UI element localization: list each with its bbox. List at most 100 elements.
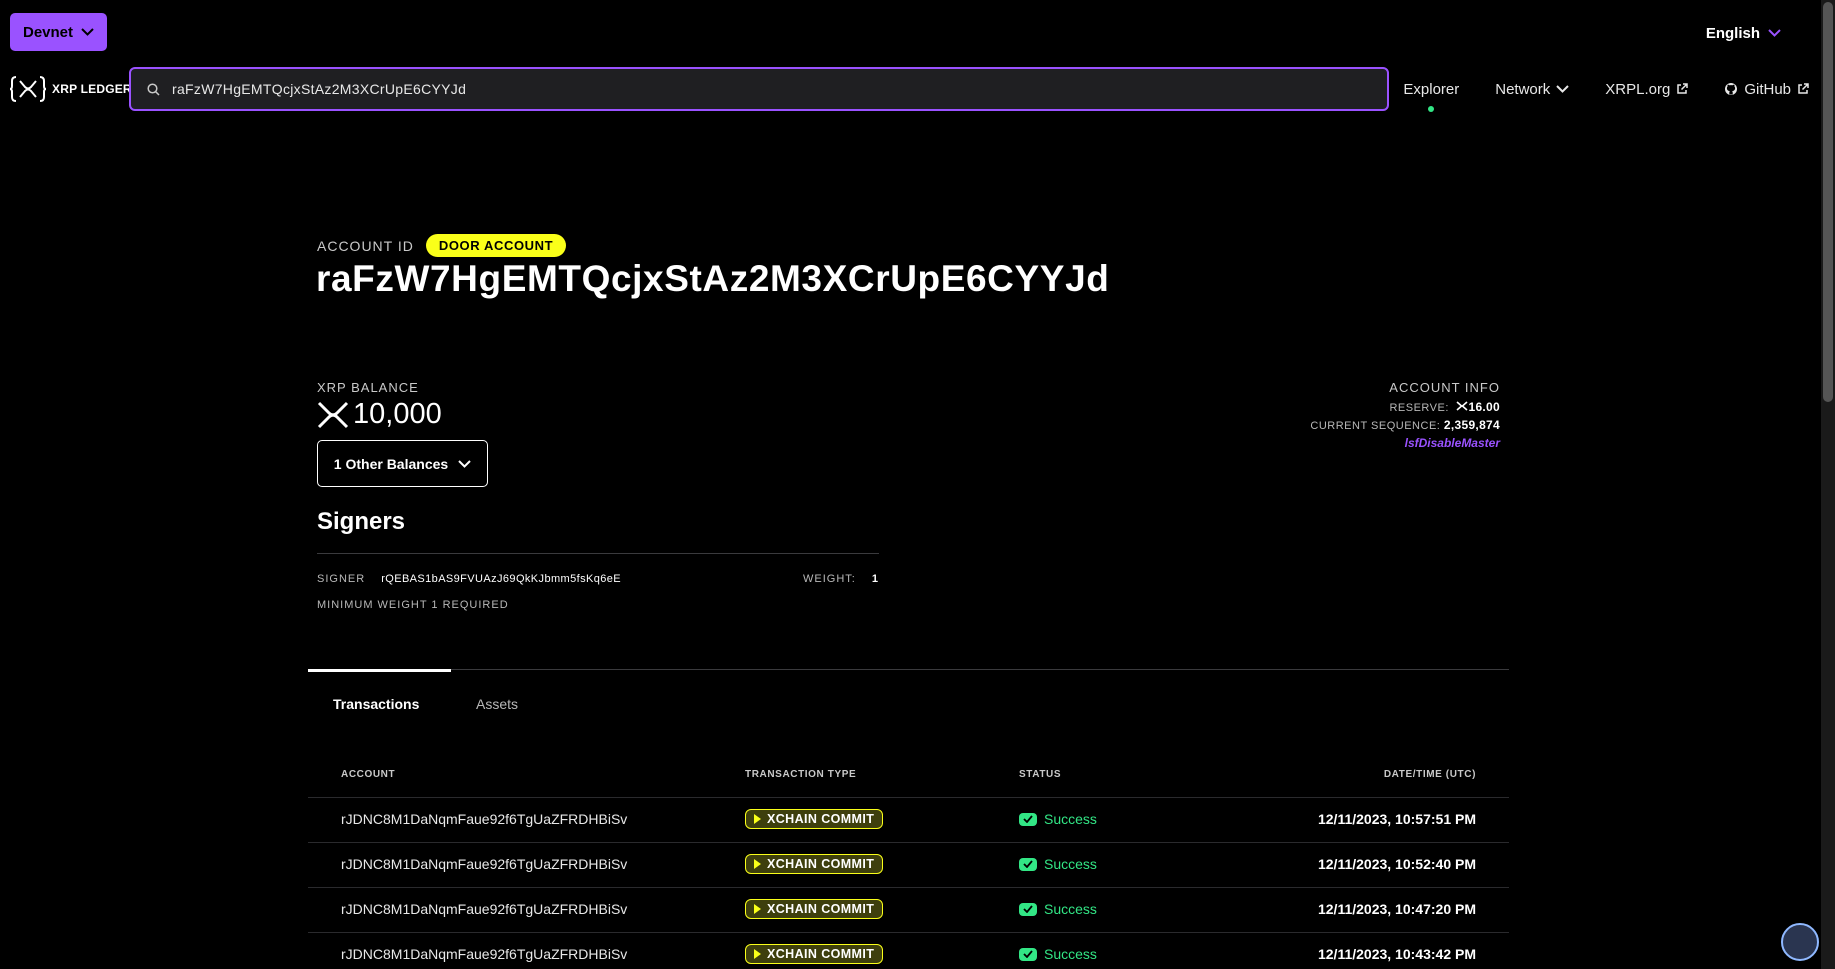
row-account[interactable]: rJDNC8M1DaNqmFaue92f6TgUaZFRDHBiSv: [341, 946, 627, 962]
external-link-icon: [1798, 83, 1809, 94]
table-row[interactable]: rJDNC8M1DaNqmFaue92f6TgUaZFRDHBiSv XCHAI…: [308, 797, 1509, 842]
signer-label: SIGNER: [317, 573, 366, 585]
row-date: 12/11/2023, 10:57:51 PM: [1317, 811, 1476, 827]
check-icon: [1019, 812, 1037, 826]
account-id: raFzW7HgEMTQcjxStAz2M3XCrUpE6CYYJd: [316, 258, 1110, 299]
row-status: Success: [1019, 901, 1097, 917]
chevron-down-icon: [458, 459, 471, 468]
signer-address[interactable]: rQEBAS1bAS9FVUAzJ69QkKJbmm5fsKq6eE: [381, 573, 621, 585]
network-selector-button[interactable]: Devnet: [10, 13, 107, 51]
header-status: STATUS: [1019, 769, 1062, 780]
row-transaction-type: XCHAIN COMMIT: [745, 854, 884, 874]
check-icon: [1019, 902, 1037, 916]
scrollbar-thumb[interactable]: [1823, 2, 1833, 402]
transactions-table-header: ACCOUNT TRANSACTION TYPE STATUS DATE/TIM…: [308, 767, 1509, 797]
row-status: Success: [1019, 856, 1097, 872]
table-row[interactable]: rJDNC8M1DaNqmFaue92f6TgUaZFRDHBiSv XCHAI…: [308, 932, 1509, 969]
xrp-balance-label: XRP BALANCE: [317, 380, 419, 395]
row-date: 12/11/2023, 10:43:42 PM: [1317, 946, 1476, 962]
tx-type-badge: XCHAIN COMMIT: [745, 809, 884, 829]
account-info-title: ACCOUNT INFO: [1389, 380, 1500, 395]
signers-divider: [317, 553, 879, 554]
nav-explorer[interactable]: Explorer: [1403, 80, 1460, 112]
chevron-down-icon: [1768, 29, 1781, 37]
other-balances-label: 1 Other Balances: [333, 455, 449, 472]
weight-label: WEIGHT:: [803, 573, 856, 585]
row-account[interactable]: rJDNC8M1DaNqmFaue92f6TgUaZFRDHBiSv: [341, 856, 627, 872]
table-row[interactable]: rJDNC8M1DaNqmFaue92f6TgUaZFRDHBiSv XCHAI…: [308, 887, 1509, 932]
row-account[interactable]: rJDNC8M1DaNqmFaue92f6TgUaZFRDHBiSv: [341, 901, 627, 917]
tab-transactions[interactable]: Transactions: [333, 696, 419, 712]
nav-github[interactable]: GitHub: [1724, 81, 1809, 98]
signer-row: SIGNER rQEBAS1bAS9FVUAzJ69QkKJbmm5fsKq6e…: [317, 573, 879, 585]
search-input[interactable]: raFzW7HgEMTQcjxStAz2M3XCrUpE6CYYJd: [129, 67, 1389, 111]
github-icon: [1725, 83, 1738, 95]
sequence-value: 2,359,874: [1443, 418, 1500, 432]
active-tab-indicator: [308, 669, 451, 672]
play-icon: [754, 859, 761, 869]
nav-explorer-label: Explorer: [1403, 80, 1460, 98]
tx-type-badge: XCHAIN COMMIT: [745, 944, 884, 964]
row-account[interactable]: rJDNC8M1DaNqmFaue92f6TgUaZFRDHBiSv: [341, 811, 627, 827]
minimum-weight: MINIMUM WEIGHT 1 REQUIRED: [317, 599, 509, 611]
tx-type-badge: XCHAIN COMMIT: [745, 899, 884, 919]
xrp-logo-icon: [10, 76, 46, 102]
play-icon: [754, 814, 761, 824]
chevron-down-icon: [1556, 85, 1569, 93]
reserve-row: RESERVE: 16.00: [1310, 399, 1500, 417]
cookie-settings-icon[interactable]: [1781, 923, 1819, 961]
xrp-icon: [1456, 401, 1468, 411]
nav-network[interactable]: Network: [1495, 81, 1569, 98]
row-status: Success: [1019, 811, 1097, 827]
network-selector-label: Devnet: [22, 23, 74, 41]
account-id-label: ACCOUNT ID: [317, 237, 414, 254]
row-date: 12/11/2023, 10:47:20 PM: [1317, 901, 1476, 917]
external-link-icon: [1677, 83, 1689, 94]
account-flag: lsfDisableMaster: [1404, 436, 1500, 450]
nav-network-label: Network: [1495, 80, 1551, 98]
tx-type-label: XCHAIN COMMIT: [767, 857, 875, 871]
xrp-icon: [317, 401, 349, 428]
chevron-down-icon: [81, 28, 94, 36]
tx-type-badge: XCHAIN COMMIT: [745, 854, 884, 874]
account-header: ACCOUNT ID DOOR ACCOUNT: [317, 234, 567, 257]
nav-xrpl-org[interactable]: XRPL.org: [1605, 80, 1689, 98]
signers-title: Signers: [317, 508, 406, 535]
row-transaction-type: XCHAIN COMMIT: [745, 809, 884, 829]
xrp-ledger-logo[interactable]: XRP LEDGER: [10, 74, 132, 104]
status-label: Success: [1044, 946, 1097, 962]
row-transaction-type: XCHAIN COMMIT: [745, 944, 884, 964]
account-info: ACCOUNT INFO RESERVE: 16.00 CURRENT SEQU…: [1310, 380, 1500, 452]
tab-assets[interactable]: Assets: [476, 696, 518, 712]
play-icon: [754, 949, 761, 959]
search-value: raFzW7HgEMTQcjxStAz2M3XCrUpE6CYYJd: [172, 81, 467, 97]
search-icon: [147, 82, 160, 96]
xrp-balance-value: 10,000: [353, 398, 442, 430]
play-icon: [754, 904, 761, 914]
row-date: 12/11/2023, 10:52:40 PM: [1317, 856, 1476, 872]
reserve-label: RESERVE:: [1389, 402, 1449, 414]
nav-xrpl-label: XRPL.org: [1605, 80, 1671, 98]
tx-type-label: XCHAIN COMMIT: [767, 947, 875, 961]
scrollbar[interactable]: [1821, 0, 1835, 969]
active-indicator-dot: [1428, 105, 1435, 112]
sequence-label: CURRENT SEQUENCE:: [1310, 420, 1441, 432]
language-selector[interactable]: English: [1706, 22, 1781, 44]
other-balances-dropdown[interactable]: 1 Other Balances: [317, 440, 488, 487]
language-label: English: [1705, 24, 1760, 42]
reserve-value: 16.00: [1468, 400, 1500, 414]
check-icon: [1019, 947, 1037, 961]
weight-value: 1: [871, 573, 879, 585]
status-label: Success: [1044, 811, 1097, 827]
door-account-badge: DOOR ACCOUNT: [425, 234, 567, 257]
nav-github-label: GitHub: [1744, 80, 1791, 98]
signer-weight: WEIGHT: 1: [803, 573, 879, 585]
header-date: DATE/TIME (UTC): [1383, 769, 1476, 780]
check-icon: [1019, 857, 1037, 871]
xrp-balance: 10,000: [317, 398, 442, 431]
table-row[interactable]: rJDNC8M1DaNqmFaue92f6TgUaZFRDHBiSv XCHAI…: [308, 842, 1509, 887]
main-nav: Explorer Network XRPL.org GitHub: [1403, 78, 1809, 112]
sequence-row: CURRENT SEQUENCE: 2,359,874: [1310, 417, 1500, 435]
tabs-divider: [308, 669, 1509, 670]
header-account: ACCOUNT: [341, 769, 396, 780]
